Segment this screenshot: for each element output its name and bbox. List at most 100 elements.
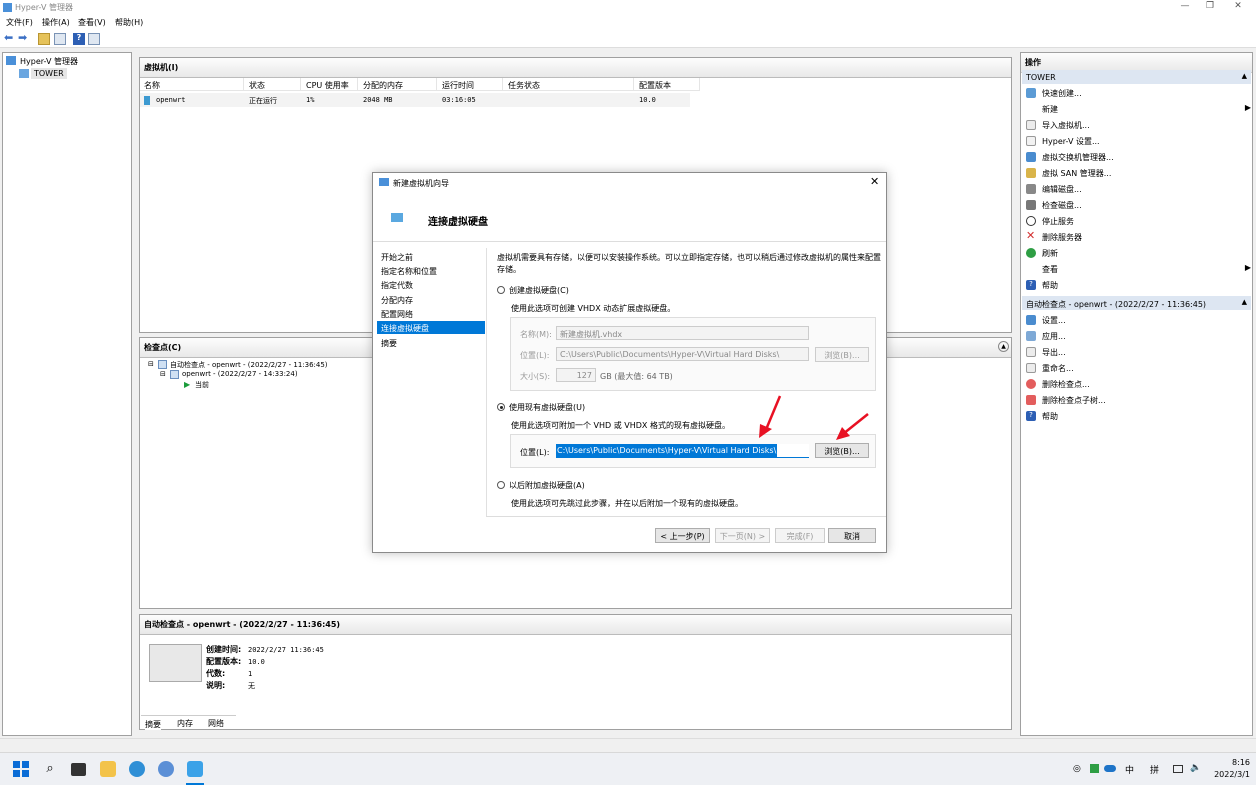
table-row[interactable]: openwrt 正在运行 1% 2048 MB 03:16:05 10.0 — [140, 93, 690, 107]
server-icon — [19, 69, 29, 78]
wizard-title: 新建虚拟机向导 — [393, 179, 449, 188]
action-delete-subtree[interactable]: 删除检查点子树... — [1026, 392, 1251, 408]
folder-up-icon[interactable] — [38, 33, 50, 45]
menu-view[interactable]: 查看(V) — [78, 17, 106, 28]
maximize-button[interactable]: ❐ — [1200, 1, 1220, 13]
col-version[interactable]: 配置版本 — [635, 78, 700, 91]
edge-icon[interactable] — [129, 761, 145, 777]
action-import-vm[interactable]: 导入虚拟机... — [1026, 117, 1251, 133]
checkpoint-auto[interactable]: 自动检查点 - openwrt - (2022/2/27 - 11:36:45) — [170, 360, 328, 370]
browse-create-button[interactable]: 浏览(B)... — [815, 347, 869, 362]
checkpoint-current[interactable]: 当前 — [195, 380, 209, 390]
windows-start-icon[interactable] — [13, 761, 29, 777]
properties-icon[interactable] — [88, 33, 100, 45]
tab-summary[interactable]: 摘要 — [145, 719, 161, 730]
menu-action[interactable]: 操作(A) — [42, 17, 70, 28]
action-inspect-disk[interactable]: 检查磁盘... — [1026, 197, 1251, 213]
radio-attach-later[interactable] — [497, 481, 505, 489]
forward-arrow-icon[interactable]: ➡ — [18, 31, 30, 44]
col-state[interactable]: 状态 — [245, 78, 301, 91]
close-icon[interactable]: ✕ — [870, 175, 879, 188]
qbittorrent-icon[interactable] — [158, 761, 174, 777]
prev-button[interactable]: < 上一步(P) — [655, 528, 710, 543]
action-delete-checkpoint[interactable]: 删除检查点... — [1026, 376, 1251, 392]
nav-memory[interactable]: 分配内存 — [377, 293, 485, 306]
nav-generation[interactable]: 指定代数 — [377, 278, 485, 291]
task-view-icon[interactable] — [71, 763, 86, 776]
menu-help[interactable]: 帮助(H) — [115, 17, 143, 28]
nav-before-you-begin[interactable]: 开始之前 — [377, 250, 485, 263]
close-window-button[interactable]: ✕ — [1228, 1, 1248, 13]
ime-mode[interactable]: 中 — [1125, 763, 1134, 776]
onedrive-icon[interactable] — [1104, 765, 1116, 772]
search-icon[interactable]: ⌕ — [42, 761, 58, 777]
col-name[interactable]: 名称 — [140, 78, 244, 91]
tab-memory[interactable]: 内存 — [177, 718, 193, 729]
show-tree-icon[interactable] — [54, 33, 66, 45]
action-stop-service[interactable]: 停止服务 — [1026, 213, 1251, 229]
vhd-name-input[interactable]: 新建虚拟机.vhdx — [556, 326, 809, 340]
action-apply[interactable]: 应用... — [1026, 328, 1251, 344]
actions-section-tower[interactable]: TOWER ▲ — [1022, 70, 1251, 84]
volume-icon[interactable]: 🔈 — [1190, 763, 1201, 773]
finish-button[interactable]: 完成(F) — [775, 528, 825, 543]
menu-file[interactable]: 文件(F) — [6, 17, 33, 28]
tab-network[interactable]: 网络 — [208, 718, 224, 729]
action-hyperv-settings[interactable]: Hyper-V 设置... — [1026, 133, 1251, 149]
radio-use-existing-vhd[interactable] — [497, 403, 505, 411]
col-task[interactable]: 任务状态 — [504, 78, 634, 91]
action-help[interactable]: ? 帮助 — [1026, 277, 1251, 293]
action-export[interactable]: 导出... — [1026, 344, 1251, 360]
nav-summary[interactable]: 摘要 — [377, 336, 485, 349]
tree-server-tower[interactable]: TOWER — [31, 68, 67, 79]
collapse-icon[interactable]: ▲ — [998, 341, 1009, 352]
tree-toggle[interactable]: ⊟ — [160, 370, 166, 378]
action-help-2[interactable]: ? 帮助 — [1026, 408, 1251, 424]
vhd-location-input[interactable]: C:\Users\Public\Documents\Hyper-V\Virtua… — [556, 347, 809, 361]
nav-network[interactable]: 配置网络 — [377, 307, 485, 320]
radio-use-existing-label[interactable]: 使用现有虚拟硬盘(U) — [509, 402, 585, 413]
checkpoint-openwrt[interactable]: openwrt - (2022/2/27 - 14:33:24) — [182, 370, 298, 378]
tree-root-label[interactable]: Hyper-V 管理器 — [20, 56, 78, 67]
tray-chevron-icon[interactable]: ◎ — [1073, 764, 1081, 774]
action-settings[interactable]: 设置... — [1026, 312, 1251, 328]
vhd-size-input[interactable]: 127 — [556, 368, 596, 382]
radio-attach-later-label[interactable]: 以后附加虚拟硬盘(A) — [509, 480, 585, 491]
actions-section-checkpoint[interactable]: 自动检查点 - openwrt - (2022/2/27 - 11:36:45)… — [1022, 296, 1251, 310]
action-view[interactable]: 查看 ▶ — [1026, 261, 1251, 277]
tree-toggle[interactable]: ⊟ — [148, 360, 154, 368]
file-explorer-icon[interactable] — [100, 761, 116, 777]
ime-pinyin[interactable]: 拼 — [1150, 763, 1159, 776]
nav-connect-vhd[interactable]: 连接虚拟硬盘 — [377, 321, 485, 334]
tray-app-icon[interactable] — [1090, 764, 1099, 773]
collapse-icon[interactable]: ▲ — [1242, 72, 1247, 80]
help-icon: ? — [1026, 280, 1036, 290]
action-virtual-san[interactable]: 虚拟 SAN 管理器... — [1026, 165, 1251, 181]
action-refresh[interactable]: 刷新 — [1026, 245, 1251, 261]
radio-create-vhd[interactable] — [497, 286, 505, 294]
cancel-button[interactable]: 取消 — [828, 528, 876, 543]
vm-column-headers: 名称 状态 CPU 使用率 分配的内存 运行时间 任务状态 配置版本 — [140, 78, 700, 91]
divider — [486, 248, 487, 516]
clock-date[interactable]: 2022/3/1 — [1207, 770, 1250, 779]
hyperv-taskbar-icon[interactable] — [187, 761, 203, 777]
next-button[interactable]: 下一页(N) > — [715, 528, 770, 543]
col-memory[interactable]: 分配的内存 — [359, 78, 437, 91]
collapse-icon[interactable]: ▲ — [1242, 298, 1247, 306]
back-arrow-icon[interactable]: ⬅ — [4, 31, 16, 44]
col-uptime[interactable]: 运行时间 — [438, 78, 503, 91]
action-new[interactable]: 新建 ▶ — [1026, 101, 1251, 117]
network-icon[interactable] — [1173, 765, 1183, 773]
minimize-button[interactable]: — — [1175, 1, 1195, 13]
wizard-heading-icon — [391, 213, 403, 222]
nav-name-location[interactable]: 指定名称和位置 — [377, 264, 485, 277]
action-quick-create[interactable]: 快速创建... — [1026, 85, 1251, 101]
help-icon[interactable]: ? — [73, 33, 85, 45]
clock-time[interactable]: 8:16 — [1218, 758, 1250, 767]
radio-create-vhd-label[interactable]: 创建虚拟硬盘(C) — [509, 285, 569, 296]
action-edit-disk[interactable]: 编辑磁盘... — [1026, 181, 1251, 197]
action-virtual-switch[interactable]: 虚拟交换机管理器... — [1026, 149, 1251, 165]
action-rename[interactable]: 重命名... — [1026, 360, 1251, 376]
action-remove-server[interactable]: ✕ 删除服务器 — [1026, 229, 1251, 245]
col-cpu[interactable]: CPU 使用率 — [302, 78, 358, 91]
